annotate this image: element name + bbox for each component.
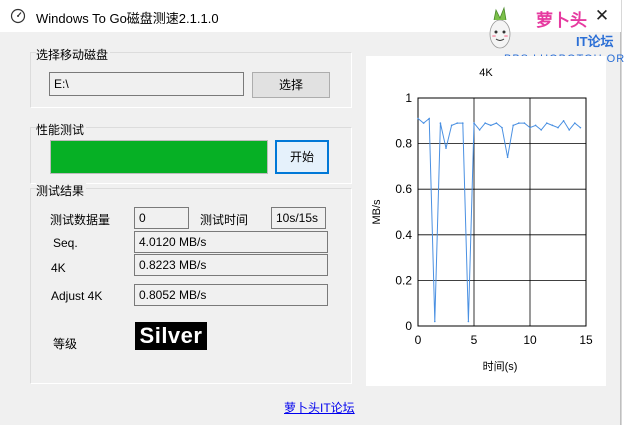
data-point: [540, 129, 542, 131]
y-tick-label: 1: [405, 91, 412, 105]
data-point: [428, 117, 430, 120]
data-point: [445, 147, 447, 149]
drive-group-label: 选择移动磁盘: [36, 46, 111, 63]
perf-group-label: 性能测试: [36, 121, 87, 138]
data-point: [439, 122, 442, 124]
data-point: [490, 124, 492, 127]
data-point: [450, 124, 453, 127]
data-point: [557, 126, 559, 129]
progress-fill: [51, 141, 267, 173]
data-point: [568, 129, 570, 131]
data-point: [529, 126, 531, 129]
data-point: [518, 122, 520, 124]
k4-label: 4K: [51, 261, 66, 275]
start-button[interactable]: 开始: [275, 140, 329, 174]
chart-title: 4K: [479, 67, 493, 79]
speedometer-icon: [10, 8, 26, 24]
x-tick-label: 15: [579, 333, 593, 347]
data-point: [462, 122, 464, 124]
data-point: [574, 122, 576, 124]
y-tick-label: 0.6: [395, 182, 412, 196]
data-point: [456, 122, 458, 124]
data-point: [501, 126, 503, 129]
x-tick-label: 5: [471, 333, 478, 347]
forum-link[interactable]: 萝卜头IT论坛: [284, 399, 355, 416]
data-point: [484, 122, 486, 124]
logo-sub: IT论坛: [576, 34, 614, 49]
y-tick-label: 0: [405, 319, 412, 333]
data-point: [473, 122, 475, 124]
x-tick-label: 10: [523, 333, 537, 347]
data-point: [512, 124, 514, 127]
data-point: [551, 124, 554, 127]
results-group-label: 测试结果: [36, 182, 87, 199]
data-point: [478, 129, 481, 131]
data-point: [523, 122, 526, 124]
test-time-field: 10s/15s: [271, 207, 326, 229]
data-point: [422, 122, 425, 124]
plot-area: [417, 97, 587, 327]
data-size-field: 0: [134, 207, 189, 229]
y-tick-label: 0.4: [395, 228, 412, 242]
grade-badge: Silver: [135, 322, 207, 350]
test-progress-bar: [50, 140, 268, 174]
data-point: [546, 122, 548, 124]
window-title: Windows To Go磁盘测速2.1.1.0: [36, 11, 219, 26]
data-point: [562, 120, 565, 122]
seq-value-field: 4.0120 MB/s: [134, 231, 328, 253]
data-point: [579, 126, 582, 129]
select-drive-button[interactable]: 选择: [252, 72, 330, 98]
x-tick-label: 0: [415, 333, 422, 347]
y-tick-label: 0.2: [395, 273, 412, 287]
k4-value-field: 0.8223 MB/s: [134, 254, 328, 276]
test-time-label: 测试时间: [200, 213, 249, 227]
data-point: [506, 156, 509, 159]
chart-panel: 4K MB/s 时间(s) 0 0.2 0.4 0.6 0.8 1 0 5 10 15: [366, 56, 606, 386]
y-tick-label: 0.8: [395, 137, 412, 151]
speed-chart: 4K MB/s 时间(s) 00.20.40.60.810 5 10 15: [371, 67, 593, 373]
app-window: Windows To Go磁盘测速2.1.1.0 ✕ 萝卜头 IT论坛 BBS.…: [0, 0, 624, 425]
chart-y-axis-label: MB/s: [371, 199, 383, 225]
data-point: [495, 122, 498, 124]
adjust-4k-value-field: 0.8052 MB/s: [134, 284, 328, 306]
grade-label: 等级: [53, 337, 78, 351]
luobotou-logo: 萝卜头 IT论坛 BBS.LUOBOTOU.ORG: [489, 6, 624, 64]
data-point: [434, 320, 436, 323]
data-point: [417, 117, 419, 120]
drive-path-field[interactable]: E:\: [49, 72, 244, 96]
seq-label: Seq.: [53, 236, 78, 250]
data-point: [534, 124, 537, 127]
data-point: [467, 320, 470, 323]
series-line-4k: [417, 117, 581, 322]
logo-name: 萝卜头: [536, 10, 587, 30]
chart-x-axis-label: 时间(s): [483, 360, 518, 373]
data-size-label: 测试数据量: [50, 213, 111, 227]
adjust-4k-label: Adjust 4K: [51, 289, 103, 303]
